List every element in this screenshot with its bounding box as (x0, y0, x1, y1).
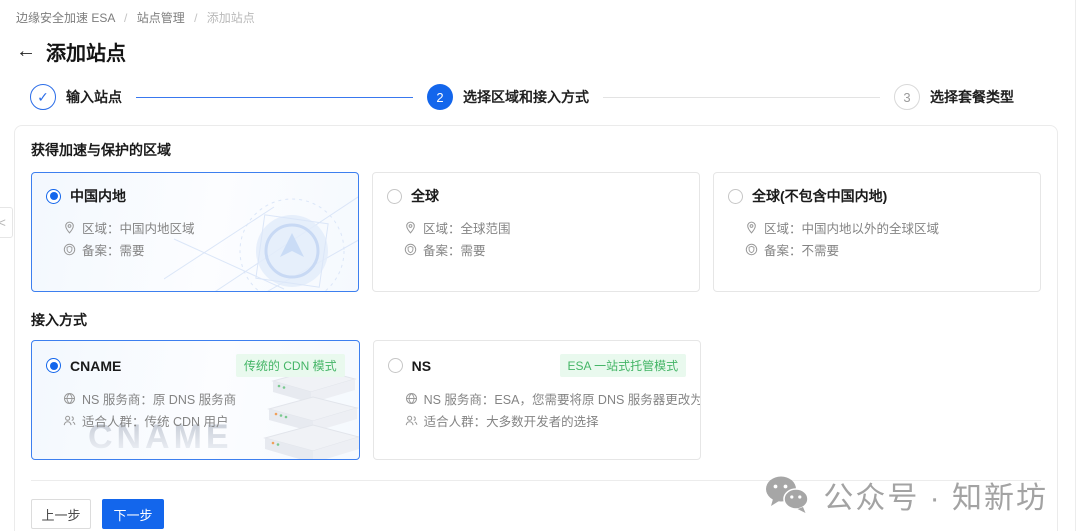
region-option-title: 中国内地 (70, 186, 126, 206)
step-1-label: 输入站点 (66, 87, 122, 107)
region-detail: 区域：中国内地以外的全球区域 (745, 216, 1026, 238)
back-arrow-icon[interactable]: ← (16, 41, 36, 61)
page-right-border (1075, 0, 1076, 531)
region-card-china-mainland[interactable]: 中国内地 区域：中国内地区域 备案：需要 (31, 172, 359, 292)
breadcrumb-item-site-management[interactable]: 站点管理 (137, 11, 185, 25)
access-option-details: NS 服务商：ESA，您需要将原 DNS 服务器更改为 ESA 适合人群：大多数… (405, 387, 687, 431)
region-option-details: 区域：中国内地以外的全球区域 备案：不需要 (745, 216, 1026, 260)
radio-unselected-icon[interactable] (388, 358, 403, 373)
region-card-global[interactable]: 全球 区域：全球范围 备案：需要 (372, 172, 700, 292)
radio-selected-icon[interactable] (46, 189, 61, 204)
step-1-check-icon: ✓ (30, 84, 56, 110)
ns-mode-badge: ESA 一站式托管模式 (560, 354, 687, 377)
step-indicator: ✓ 输入站点 2 选择区域和接入方式 3 选择套餐类型 (30, 83, 1014, 111)
breadcrumb-item-esa[interactable]: 边缘安全加速 ESA (16, 11, 115, 25)
ns-provider-detail: NS 服务商：原 DNS 服务商 (63, 387, 345, 409)
step-connector-done (136, 97, 413, 98)
access-option-title: CNAME (70, 358, 121, 374)
beian-detail: 备案：需要 (63, 238, 344, 260)
title-row: ← 添加站点 (16, 37, 1064, 65)
location-pin-icon (745, 221, 758, 234)
watermark-text: 公众号 · 知新坊 (823, 473, 1048, 517)
access-option-head: NS ESA 一站式托管模式 (388, 354, 687, 377)
region-option-head: 全球 (387, 186, 685, 206)
beian-detail: 备案：不需要 (745, 238, 1026, 260)
step-2-number: 2 (427, 84, 453, 110)
cname-mode-badge: 传统的 CDN 模式 (236, 354, 345, 377)
region-card-global-excl-china[interactable]: 全球(不包含中国内地) 区域：中国内地以外的全球区域 备案：不需要 (713, 172, 1041, 292)
network-globe-icon (405, 392, 418, 405)
location-pin-icon (63, 221, 76, 234)
access-section: 接入方式 CNAME (31, 310, 1041, 460)
access-card-row: CNAME (31, 340, 1041, 460)
region-option-head: 全球(不包含中国内地) (728, 186, 1026, 206)
radio-selected-icon[interactable] (46, 358, 61, 373)
record-shield-icon (63, 243, 76, 256)
access-card-cname[interactable]: CNAME (31, 340, 360, 460)
location-pin-icon (404, 221, 417, 234)
record-shield-icon (745, 243, 758, 256)
step-2-label: 选择区域和接入方式 (463, 87, 589, 107)
radio-unselected-icon[interactable] (728, 189, 743, 204)
region-option-head: 中国内地 (46, 186, 344, 206)
breadcrumb-separator: / (124, 11, 127, 25)
step-3-number: 3 (894, 84, 920, 110)
audience-detail: 适合人群：大多数开发者的选择 (405, 409, 687, 431)
region-detail: 区域：中国内地区域 (63, 216, 344, 238)
breadcrumb-separator: / (194, 11, 197, 25)
access-option-details: NS 服务商：原 DNS 服务商 适合人群：传统 CDN 用户 (63, 387, 345, 431)
breadcrumb-item-add-site: 添加站点 (207, 11, 255, 25)
region-section-title: 获得加速与保护的区域 (31, 140, 1041, 160)
radio-unselected-icon[interactable] (387, 189, 402, 204)
step-1-input-site: ✓ 输入站点 (30, 84, 122, 110)
audience-detail: 适合人群：传统 CDN 用户 (63, 409, 345, 431)
chevron-left-icon: < (0, 215, 6, 230)
panel-collapse-handle[interactable]: < (0, 207, 13, 238)
beian-detail: 备案：需要 (404, 238, 685, 260)
people-icon (63, 414, 76, 427)
access-option-head: CNAME 传统的 CDN 模式 (46, 354, 345, 377)
step-connector-pending (603, 97, 880, 98)
ns-provider-detail: NS 服务商：ESA，您需要将原 DNS 服务器更改为 ESA (405, 387, 687, 409)
access-card-ns[interactable]: NS ESA 一站式托管模式 NS 服务商：ESA，您需要将原 DNS 服务器更… (373, 340, 702, 460)
record-shield-icon (404, 243, 417, 256)
people-icon (405, 414, 418, 427)
page-title: 添加站点 (46, 37, 126, 66)
access-option-title: NS (412, 358, 431, 374)
step-3-label: 选择套餐类型 (930, 87, 1014, 107)
breadcrumb: 边缘安全加速 ESA / 站点管理 / 添加站点 (0, 0, 1080, 23)
wechat-watermark: 公众号 · 知新坊 (763, 473, 1048, 517)
access-section-title: 接入方式 (31, 310, 1041, 330)
step-3-select-plan: 3 选择套餐类型 (894, 84, 1014, 110)
region-section: 获得加速与保护的区域 (31, 140, 1041, 292)
region-option-title: 全球 (411, 186, 439, 206)
main-panel: 获得加速与保护的区域 (14, 125, 1058, 531)
region-option-details: 区域：全球范围 备案：需要 (404, 216, 685, 260)
region-option-details: 区域：中国内地区域 备案：需要 (63, 216, 344, 260)
step-2-select-region: 2 选择区域和接入方式 (427, 84, 589, 110)
previous-step-button[interactable]: 上一步 (31, 499, 91, 529)
region-card-row: 中国内地 区域：中国内地区域 备案：需要 (31, 172, 1041, 292)
next-step-button[interactable]: 下一步 (102, 499, 164, 529)
add-site-page: 边缘安全加速 ESA / 站点管理 / 添加站点 ← 添加站点 ✓ 输入站点 2… (0, 0, 1080, 531)
wechat-icon (763, 475, 811, 515)
network-globe-icon (63, 392, 76, 405)
region-detail: 区域：全球范围 (404, 216, 685, 238)
region-option-title: 全球(不包含中国内地) (752, 186, 887, 206)
